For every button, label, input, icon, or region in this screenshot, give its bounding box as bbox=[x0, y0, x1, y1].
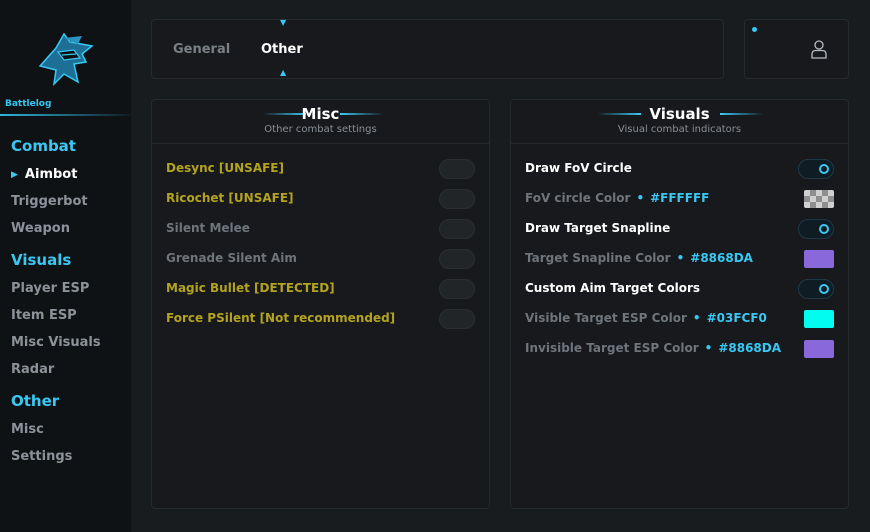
nav-item-radar[interactable]: Radar bbox=[11, 362, 54, 377]
setting-label: Desync [UNSAFE] bbox=[166, 161, 284, 175]
setting-row-visible-target-esp-color: Visible Target ESP Color • #03FCF0 bbox=[525, 309, 834, 329]
nav-item-aimbot[interactable]: ▶ Aimbot bbox=[11, 167, 77, 182]
visuals-panel-subtitle: Visual combat indicators bbox=[617, 124, 742, 135]
setting-row-draw-fov-circle: Draw FoV Circle bbox=[525, 159, 834, 179]
misc-panel-title: Misc bbox=[301, 105, 340, 123]
custom-aim-target-colors-toggle[interactable] bbox=[798, 279, 834, 299]
fov-circle-color-swatch[interactable] bbox=[804, 190, 834, 208]
setting-label: Custom Aim Target Colors bbox=[525, 281, 701, 295]
main-area: General Other ▼ ▲ Misc Other combat sett… bbox=[131, 0, 870, 532]
desync-toggle[interactable] bbox=[439, 159, 475, 179]
nav-section-combat: Combat bbox=[11, 137, 76, 155]
invisible-target-esp-color-swatch[interactable] bbox=[804, 340, 834, 358]
nav-item-misc-visuals[interactable]: Misc Visuals bbox=[11, 335, 101, 350]
force-psilent-toggle[interactable] bbox=[439, 309, 475, 329]
setting-row-force-psilent: Force PSilent [Not recommended] bbox=[166, 309, 475, 329]
title-deco-right bbox=[720, 113, 764, 115]
nav-item-misc[interactable]: Misc bbox=[11, 422, 44, 437]
toggle-knob bbox=[819, 224, 829, 234]
misc-panel-subtitle: Other combat settings bbox=[264, 124, 377, 135]
panel-divider bbox=[152, 143, 489, 144]
user-box[interactable] bbox=[744, 19, 849, 79]
nav-item-label: Aimbot bbox=[24, 167, 78, 182]
title-deco-right bbox=[340, 113, 384, 115]
visuals-panel: Visuals Visual combat indicators Draw Fo… bbox=[510, 99, 849, 509]
setting-label: FoV circle Color • #FFFFFF bbox=[525, 191, 710, 205]
toggle-knob bbox=[819, 284, 829, 294]
hex-value: #FFFFFF bbox=[650, 191, 710, 205]
setting-row-invisible-target-esp-color: Invisible Target ESP Color • #8868DA bbox=[525, 339, 834, 359]
setting-row-draw-target-snapline: Draw Target Snapline bbox=[525, 219, 834, 239]
setting-label: Invisible Target ESP Color • #8868DA bbox=[525, 341, 782, 355]
tab-bar: General Other ▼ ▲ bbox=[151, 18, 724, 79]
nav-item-weapon[interactable]: Weapon bbox=[11, 221, 70, 236]
setting-label: Visible Target ESP Color • #03FCF0 bbox=[525, 311, 767, 325]
hex-value: #8868DA bbox=[718, 341, 782, 355]
setting-row-grenade-silent-aim: Grenade Silent Aim bbox=[166, 249, 475, 269]
status-dot bbox=[752, 27, 757, 32]
target-snapline-color-swatch[interactable] bbox=[804, 250, 834, 268]
tab-general[interactable]: General bbox=[173, 42, 230, 57]
setting-label: Force PSilent [Not recommended] bbox=[166, 311, 396, 325]
knight-logo-icon bbox=[38, 32, 94, 87]
setting-label: Magic Bullet [DETECTED] bbox=[166, 281, 335, 295]
setting-row-custom-aim-target-colors: Custom Aim Target Colors bbox=[525, 279, 834, 299]
active-arrow-icon: ▶ bbox=[11, 170, 18, 180]
setting-label: Silent Melee bbox=[166, 221, 250, 235]
sidebar: Battlelog Combat ▶ Aimbot Triggerbot Weap… bbox=[0, 0, 131, 532]
setting-row-fov-circle-color: FoV circle Color • #FFFFFF bbox=[525, 189, 834, 209]
nav-section-other: Other bbox=[11, 392, 60, 410]
user-icon[interactable] bbox=[811, 40, 827, 59]
nav-item-player-esp[interactable]: Player ESP bbox=[11, 281, 89, 296]
hex-value: #03FCF0 bbox=[706, 311, 767, 325]
setting-row-silent-melee: Silent Melee bbox=[166, 219, 475, 239]
brand-divider bbox=[0, 114, 131, 116]
setting-label: Target Snapline Color • #8868DA bbox=[525, 251, 753, 265]
silent-melee-toggle[interactable] bbox=[439, 219, 475, 239]
draw-target-snapline-toggle[interactable] bbox=[798, 219, 834, 239]
setting-label: Grenade Silent Aim bbox=[166, 251, 297, 265]
brand-label: Battlelog bbox=[5, 99, 52, 109]
nav-item-triggerbot[interactable]: Triggerbot bbox=[11, 194, 88, 209]
tab-indicator-bottom-icon: ▲ bbox=[280, 68, 287, 77]
setting-label: Ricochet [UNSAFE] bbox=[166, 191, 294, 205]
nav-item-item-esp[interactable]: Item ESP bbox=[11, 308, 77, 323]
setting-row-desync: Desync [UNSAFE] bbox=[166, 159, 475, 179]
panel-divider bbox=[511, 143, 848, 144]
setting-row-target-snapline-color: Target Snapline Color • #8868DA bbox=[525, 249, 834, 269]
setting-label: Draw Target Snapline bbox=[525, 221, 671, 235]
toggle-knob bbox=[819, 164, 829, 174]
setting-row-ricochet: Ricochet [UNSAFE] bbox=[166, 189, 475, 209]
nav-section-visuals: Visuals bbox=[11, 251, 72, 269]
grenade-silent-aim-toggle[interactable] bbox=[439, 249, 475, 269]
tab-other[interactable]: Other bbox=[261, 42, 303, 57]
hex-value: #8868DA bbox=[690, 251, 753, 265]
tab-indicator-top-icon: ▼ bbox=[280, 18, 287, 27]
magic-bullet-toggle[interactable] bbox=[439, 279, 475, 299]
visuals-panel-title: Visuals bbox=[649, 105, 710, 123]
draw-fov-circle-toggle[interactable] bbox=[798, 159, 834, 179]
setting-label: Draw FoV Circle bbox=[525, 161, 632, 175]
ricochet-toggle[interactable] bbox=[439, 189, 475, 209]
nav-item-settings[interactable]: Settings bbox=[11, 449, 72, 464]
misc-panel: Misc Other combat settings Desync [UNSAF… bbox=[151, 99, 490, 509]
visible-target-esp-color-swatch[interactable] bbox=[804, 310, 834, 328]
setting-row-magic-bullet: Magic Bullet [DETECTED] bbox=[166, 279, 475, 299]
